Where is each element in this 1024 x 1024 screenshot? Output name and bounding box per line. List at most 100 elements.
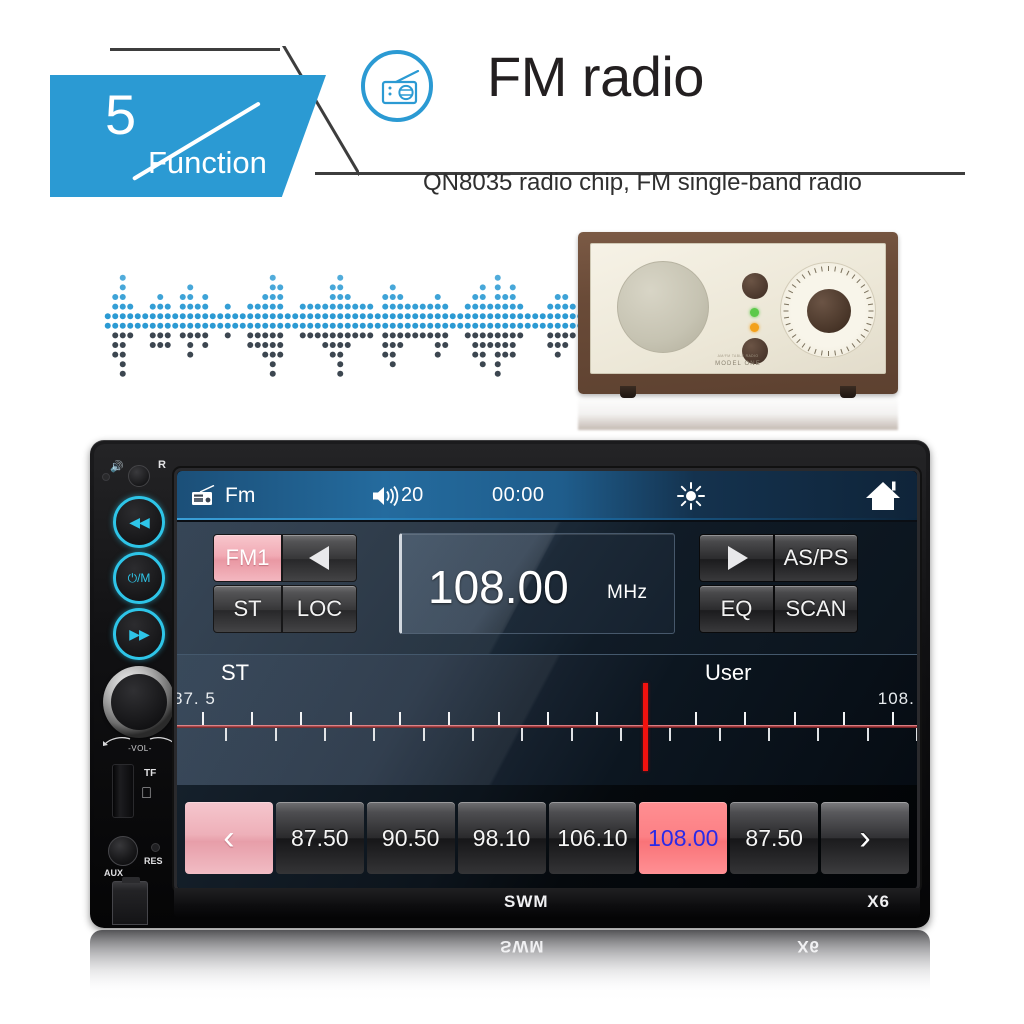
aux-input-jack[interactable] (108, 836, 138, 866)
header-banner: 5 Function FM radio QN8035 radio chip, F… (0, 0, 1024, 215)
local-button[interactable]: LOC (282, 585, 357, 633)
dial-tick (867, 303, 874, 306)
radio-photo-reflection (578, 394, 898, 430)
auto-store-preset-scan-button[interactable]: AS/PS (774, 534, 858, 582)
frequency-unit: MHz (607, 582, 648, 603)
reflection-fade (90, 930, 930, 1008)
touchscreen-display[interactable]: Fm 20 00:00 FM1 ST LOC 108.00 MHz AS/PS … (174, 468, 920, 892)
dial-tick (834, 266, 837, 272)
power-mode-button[interactable]: ⏻/M (113, 552, 165, 604)
stereo-indicator-label: ST (221, 660, 250, 685)
dial-tick (860, 334, 866, 338)
volume-knob[interactable] (103, 666, 175, 738)
equalizer-button[interactable]: EQ (699, 585, 774, 633)
source-indicator[interactable]: Fm (191, 471, 255, 520)
home-icon (866, 481, 900, 510)
scale-baseline (177, 725, 917, 728)
dial-tick (788, 328, 794, 332)
scale-tick (596, 712, 599, 725)
preset-prev-button[interactable]: ‹ (185, 802, 273, 874)
scale-tick (349, 712, 352, 725)
volume-indicator[interactable]: 20 (372, 471, 423, 520)
volume-label: -VOL- (128, 744, 152, 753)
scale-tick (373, 728, 376, 741)
dial-tick (788, 290, 794, 294)
radio-tuning-dial (780, 262, 876, 358)
dial-tick (867, 316, 874, 319)
dial-tick (828, 266, 829, 271)
dial-tick (801, 274, 806, 279)
dial-tick (863, 290, 869, 294)
reset-button[interactable] (151, 843, 160, 852)
device-left-control-panel: 🔊 R ◀◀ ⏻/M ▶▶ -VOL- TF ⎕ AUX RES (94, 444, 186, 925)
frequency-display: 108.00 MHz (399, 533, 675, 634)
usb-port[interactable] (112, 877, 148, 925)
step-label: Function (148, 145, 267, 180)
tf-card-slot[interactable] (112, 764, 134, 818)
dial-tick (814, 268, 817, 274)
ir-receiver-icon (128, 465, 150, 487)
scan-button[interactable]: SCAN (774, 585, 858, 633)
scale-tick (274, 728, 277, 741)
model-label: X6 (867, 892, 890, 911)
scale-tick (521, 728, 524, 741)
audio-equalizer-waveform (104, 274, 584, 377)
scale-tick (817, 728, 820, 741)
dial-tick (860, 284, 866, 288)
status-bar: Fm 20 00:00 (177, 471, 917, 520)
dial-tick (783, 310, 789, 312)
dial-tick (863, 328, 869, 332)
device-brand-bar: SWM X6 (174, 888, 920, 918)
dial-tick (840, 268, 843, 274)
brand-label: SWM (504, 892, 549, 911)
power-led-icon (750, 308, 759, 317)
previous-track-button[interactable]: ◀◀ (113, 496, 165, 548)
scale-tick (768, 728, 770, 741)
stereo-button[interactable]: ST (213, 585, 282, 633)
seek-up-button[interactable] (699, 534, 774, 582)
scale-tick (892, 712, 895, 725)
radio-speaker-icon (617, 261, 709, 353)
scale-tick (251, 712, 253, 725)
scale-tick (225, 728, 228, 741)
preset-button-2[interactable]: 90.50 (366, 802, 455, 874)
page-title: FM radio (487, 45, 704, 108)
power-mode-icon: ⏻/M (127, 570, 151, 585)
dial-tick (807, 270, 811, 276)
preset-button-5[interactable]: 108.00 (639, 802, 728, 874)
radio-control-area: FM1 ST LOC 108.00 MHz AS/PS EQ SCAN (177, 522, 917, 654)
dial-tick (791, 334, 797, 338)
seek-down-button[interactable] (282, 534, 357, 582)
previous-track-icon: ◀◀ (129, 513, 150, 530)
left-triangle-icon (308, 546, 329, 570)
aux-label: AUX (104, 868, 124, 878)
scale-tick (669, 728, 672, 741)
preset-button-1[interactable]: 87.50 (275, 802, 364, 874)
home-button[interactable] (865, 471, 901, 520)
tuning-needle (643, 683, 649, 771)
band-button[interactable]: FM1 (213, 534, 282, 582)
dial-tick (785, 296, 791, 300)
res-label: RES (144, 856, 163, 866)
page-root: 5 Function FM radio QN8035 radio chip, F… (0, 0, 1024, 1024)
brightness-button[interactable] (677, 471, 705, 520)
radio-dial-knob (807, 289, 851, 333)
source-label: Fm (225, 483, 256, 507)
preset-button-6[interactable]: 87.50 (730, 802, 819, 874)
dial-tick (851, 274, 856, 279)
scale-tick (718, 728, 721, 741)
preset-button-3[interactable]: 98.10 (457, 802, 546, 874)
preset-next-button[interactable]: › (821, 802, 909, 874)
next-track-button[interactable]: ▶▶ (113, 608, 165, 660)
radio-icon (192, 484, 215, 505)
preset-button-4[interactable]: 106.10 (548, 802, 637, 874)
scale-tick (472, 728, 474, 741)
screen-content: Fm 20 00:00 FM1 ST LOC 108.00 MHz AS/PS … (177, 471, 917, 889)
header-rule-top (110, 48, 280, 51)
microphone-hole (102, 473, 110, 481)
step-badge: 5 Function (50, 75, 326, 197)
dial-tick (791, 284, 797, 288)
speaker-icon (373, 485, 399, 506)
tuning-scale[interactable]: ST User 87. 5 108. 0 (177, 654, 917, 785)
scale-tick (547, 712, 549, 725)
